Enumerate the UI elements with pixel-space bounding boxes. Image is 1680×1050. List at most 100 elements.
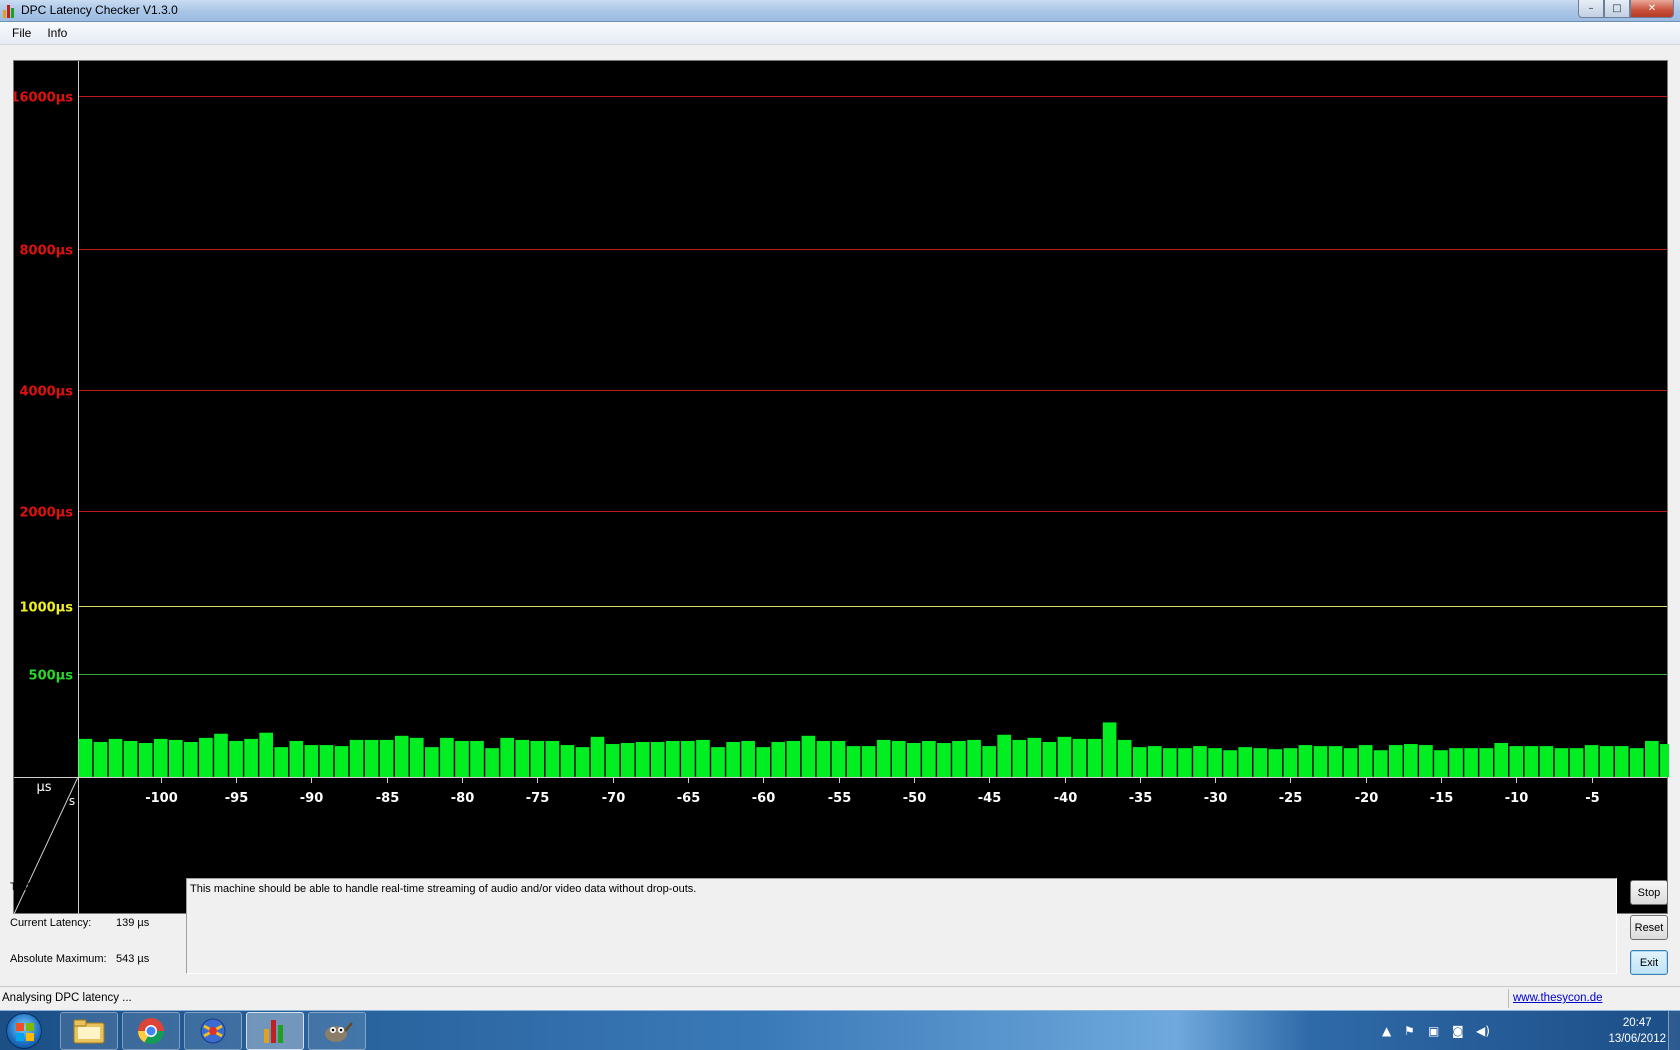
latency-bar: [349, 739, 364, 777]
latency-bar: [1117, 739, 1132, 777]
latency-bar: [876, 739, 891, 777]
latency-bar: [1057, 736, 1072, 777]
y-tick-label: 8000µs: [20, 244, 74, 259]
window-title-bar[interactable]: DPC Latency Checker V1.3.0 – □ ✕: [0, 0, 1680, 22]
x-tick-label: -30: [1204, 791, 1228, 806]
latency-bar: [906, 743, 921, 777]
latency-bar: [771, 741, 786, 777]
latency-bar: [229, 740, 243, 777]
latency-bar: [1193, 746, 1207, 777]
latency-bar: [123, 740, 138, 777]
latency-graph: 16000µs 8000µs 4000µs 2000µs 1000µs 500µs µs s -…: [13, 60, 1669, 915]
y-tick-label: 2000µs: [20, 506, 74, 521]
latency-bar: [756, 747, 771, 777]
show-hidden-icon[interactable]: ▲: [1382, 1024, 1391, 1038]
system-tray: ▲ ⚑ ▣ ◙ ◀) 20:47 13/06/2012: [1360, 1011, 1680, 1050]
y-axis-unit-label: µs: [36, 780, 51, 795]
latency-bar: [1042, 741, 1057, 777]
taskbar-gimp[interactable]: [308, 1012, 366, 1050]
latency-bar: [1298, 745, 1313, 777]
network-icon[interactable]: ◙: [1452, 1024, 1464, 1038]
latency-bar: [620, 743, 635, 777]
latency-bar: [711, 747, 725, 777]
taskbar-explorer[interactable]: [60, 1012, 118, 1050]
maximize-button[interactable]: □: [1604, 0, 1630, 18]
result-message: This machine should be able to handle re…: [186, 878, 1617, 974]
latency-bar: [244, 738, 258, 777]
x-tick-label: -20: [1355, 791, 1379, 806]
x-tick-label: -5: [1585, 791, 1599, 806]
exit-button[interactable]: Exit: [1630, 950, 1668, 975]
close-button[interactable]: ✕: [1630, 0, 1674, 18]
latency-bar: [199, 737, 213, 777]
latency-bar: [1419, 745, 1433, 777]
start-orb[interactable]: [6, 1013, 42, 1049]
latency-bar: [319, 745, 334, 777]
latency-bar: [1509, 746, 1524, 777]
latency-bar: [1208, 748, 1222, 777]
volume-icon[interactable]: ◀): [1476, 1024, 1490, 1038]
reset-button[interactable]: Reset: [1630, 915, 1668, 940]
absolute-maximum-value: 543 µs: [116, 953, 150, 965]
latency-bar: [666, 740, 680, 777]
latency-bar: [1163, 748, 1177, 777]
x-tick-label: -40: [1054, 791, 1078, 806]
current-latency-value: 139 µs: [116, 917, 150, 929]
x-tick-label: -100: [145, 791, 178, 806]
network-tool-icon: [200, 1018, 226, 1044]
latency-bar: [304, 745, 319, 777]
latency-bar: [1268, 749, 1283, 777]
taskbar-dpc-latency[interactable]: [246, 1012, 304, 1050]
latency-bar: [590, 736, 605, 777]
latency-bar: [816, 740, 831, 777]
latency-bar: [650, 741, 665, 777]
latency-bar: [1373, 750, 1388, 777]
latency-bar: [409, 737, 424, 777]
device-icon[interactable]: ▣: [1428, 1024, 1439, 1038]
taskbar-chrome[interactable]: [122, 1012, 180, 1050]
stop-button[interactable]: Stop: [1630, 880, 1668, 905]
latency-bar: [455, 740, 469, 777]
x-tick-label: -90: [300, 791, 324, 806]
x-tick-label: -85: [376, 791, 400, 806]
latency-bar: [1660, 744, 1669, 777]
current-latency-label: Current Latency:: [10, 917, 92, 929]
taskbar-clock[interactable]: 20:47 13/06/2012: [1608, 1015, 1666, 1047]
show-desktop-button[interactable]: [1668, 1011, 1680, 1050]
latency-bar: [1629, 748, 1644, 777]
latency-bar: [78, 738, 93, 777]
latency-bar: [1464, 748, 1478, 777]
y-tick-label: 500µs: [29, 669, 74, 684]
chrome-icon: [137, 1018, 165, 1045]
latency-bar: [831, 740, 846, 777]
x-tick-label: -35: [1129, 791, 1153, 806]
x-tick-label: -45: [978, 791, 1002, 806]
thesycon-link[interactable]: www.thesycon.de: [1513, 992, 1603, 1004]
latency-bar: [922, 740, 936, 777]
latency-bar: [726, 741, 740, 777]
latency-bar: [937, 743, 951, 777]
action-center-flag-icon[interactable]: ⚑: [1404, 1024, 1415, 1038]
latency-bar: [997, 734, 1012, 777]
menu-info[interactable]: Info: [39, 24, 75, 42]
clock-date: 13/06/2012: [1608, 1033, 1666, 1045]
x-tick-label: -15: [1430, 791, 1454, 806]
y-tick-label: 4000µs: [20, 385, 74, 400]
x-tick-label: -55: [828, 791, 852, 806]
latency-bar: [214, 733, 228, 777]
latency-bar: [184, 741, 198, 777]
minimize-button[interactable]: –: [1578, 0, 1604, 18]
latency-bar: [1313, 746, 1328, 777]
explorer-icon: [73, 1019, 105, 1044]
taskbar-network-tool[interactable]: [184, 1012, 242, 1050]
clock-time: 20:47: [1622, 1017, 1652, 1029]
latency-bar: [741, 740, 755, 777]
y-tick-label: 1000µs: [20, 601, 74, 616]
menu-file[interactable]: File: [4, 24, 39, 42]
status-bar: Analysing DPC latency ... www.thesycon.d…: [0, 986, 1680, 1010]
x-tick-label: -80: [451, 791, 475, 806]
x-tick-label: -95: [225, 791, 249, 806]
dpc-latency-icon: [264, 1020, 283, 1043]
x-tick-label: -70: [602, 791, 626, 806]
windows-logo-icon: [16, 1023, 34, 1041]
